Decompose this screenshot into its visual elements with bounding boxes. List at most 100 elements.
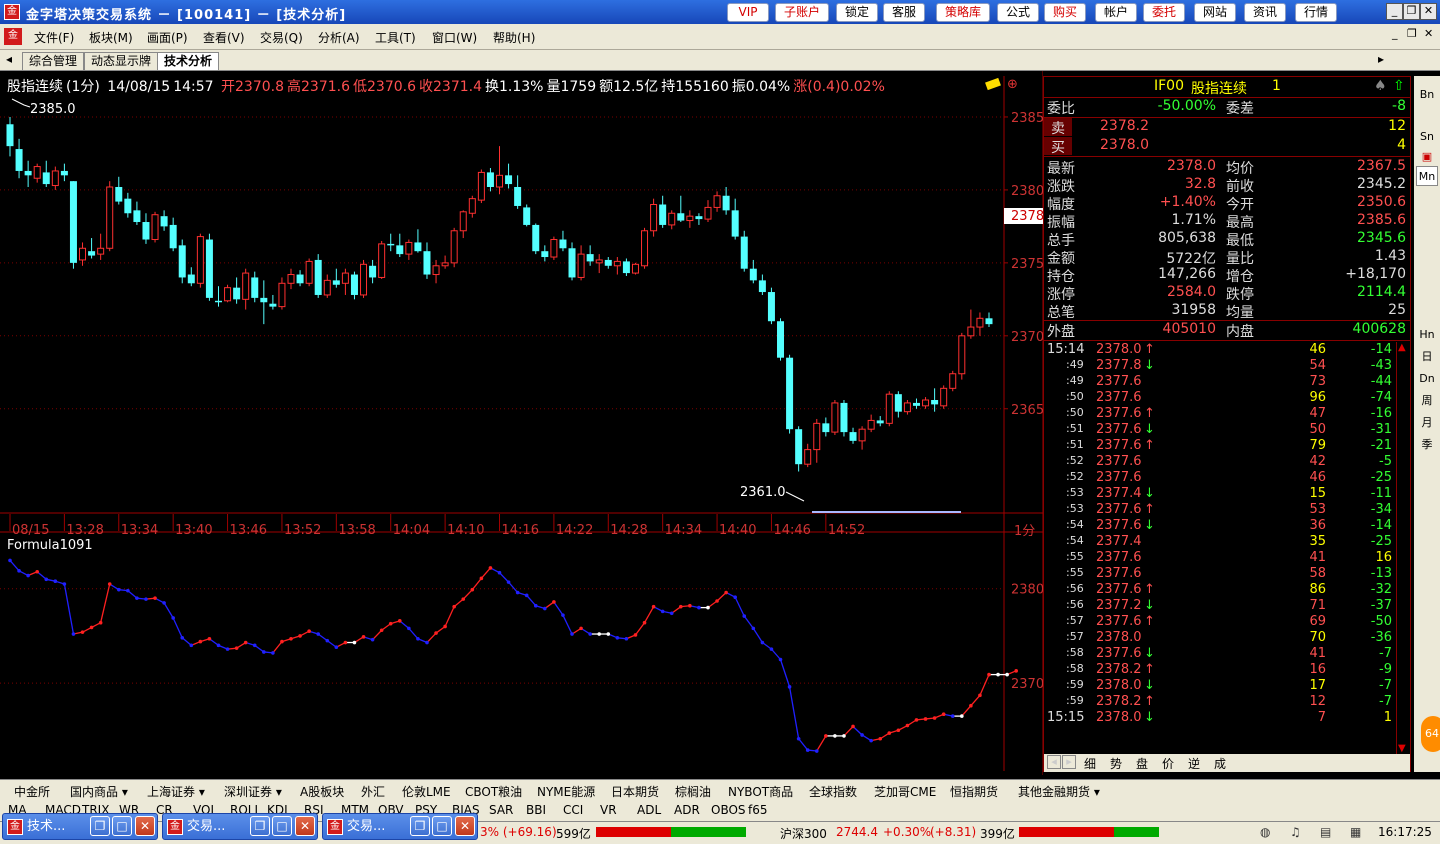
- market-tab-5[interactable]: 外汇: [361, 783, 385, 800]
- formula-point: [198, 639, 203, 644]
- indicator-tab-adr[interactable]: ADR: [674, 803, 700, 817]
- panel-tab-5[interactable]: 成: [1214, 755, 1226, 772]
- top-button-0[interactable]: VIP: [727, 3, 769, 22]
- taskbar-restore-button[interactable]: ❐: [250, 816, 270, 836]
- sidebar-chart-icon[interactable]: ▣: [1416, 146, 1438, 166]
- top-button-4[interactable]: 策略库: [936, 3, 990, 22]
- market-tab-2[interactable]: 上海证券 ▾: [147, 783, 205, 800]
- minimize-button[interactable]: _: [1386, 3, 1403, 20]
- taskbar-max-button[interactable]: □: [272, 816, 292, 836]
- tick-volume: 16: [1309, 662, 1326, 677]
- market-tab-7[interactable]: CBOT粮油: [465, 783, 522, 800]
- sidebar-Hn[interactable]: Hn: [1416, 324, 1438, 344]
- menu-item-3[interactable]: 查看(V): [203, 29, 245, 46]
- taskbar-max-button[interactable]: □: [432, 816, 452, 836]
- top-button-1[interactable]: 子账户: [775, 3, 829, 22]
- menu-item-8[interactable]: 帮助(H): [493, 29, 535, 46]
- sidebar-Mn[interactable]: Mn: [1416, 166, 1438, 186]
- taskbar-restore-button[interactable]: ❐: [90, 816, 110, 836]
- menu-item-7[interactable]: 窗口(W): [432, 29, 477, 46]
- market-tab-6[interactable]: 伦敦LME: [402, 783, 451, 800]
- sidebar-季[interactable]: 季: [1416, 434, 1438, 454]
- market-tab-14[interactable]: 恒指期货: [950, 783, 998, 800]
- tick-scrollbar[interactable]: ▲ ▼: [1396, 342, 1410, 754]
- menu-item-5[interactable]: 分析(A): [318, 29, 360, 46]
- sell-row[interactable]: 卖 2378.2 12: [1044, 118, 1410, 137]
- marker-icon[interactable]: ⊕: [1007, 77, 1018, 92]
- top-button-6[interactable]: 购买: [1044, 3, 1086, 22]
- market-tab-12[interactable]: 全球指数: [809, 783, 857, 800]
- indicator-tab-vr[interactable]: VR: [600, 803, 617, 817]
- top-button-7[interactable]: 帐户: [1095, 3, 1137, 22]
- money-icon[interactable]: ▤: [1320, 825, 1331, 839]
- panel-prev-icon[interactable]: ◂: [1047, 755, 1061, 769]
- formula-point: [35, 569, 39, 574]
- network-icon[interactable]: ◍: [1260, 825, 1270, 839]
- panel-tab-0[interactable]: 细: [1084, 755, 1096, 772]
- doc-icon[interactable]: 金: [4, 28, 22, 45]
- sidebar-周[interactable]: 周: [1416, 390, 1438, 410]
- panel-tab-4[interactable]: 逆: [1188, 755, 1200, 772]
- menu-item-1[interactable]: 板块(M): [89, 29, 133, 46]
- buy-row[interactable]: 买 2378.0 4: [1044, 137, 1410, 156]
- market-tab-13[interactable]: 芝加哥CME: [874, 783, 936, 800]
- sidebar-月[interactable]: 月: [1416, 412, 1438, 432]
- restore-button[interactable]: ❐: [1403, 3, 1420, 20]
- tab-technical-analysis[interactable]: 技术分析: [157, 52, 220, 70]
- taskbar-restore-button[interactable]: ❐: [410, 816, 430, 836]
- mdi-minimize-button[interactable]: _: [1392, 27, 1398, 40]
- top-button-5[interactable]: 公式: [997, 3, 1039, 22]
- taskbar-close-button[interactable]: ✕: [295, 816, 315, 836]
- taskbar-label: 交易...: [347, 819, 386, 834]
- market-tab-4[interactable]: A股板块: [300, 783, 344, 800]
- panel-tab-3[interactable]: 价: [1162, 755, 1174, 772]
- market-tab-3[interactable]: 深圳证券 ▾: [224, 783, 282, 800]
- menu-item-6[interactable]: 工具(T): [375, 29, 416, 46]
- tab-dynamic-board[interactable]: 动态显示牌: [84, 52, 159, 70]
- indicator-tab-cci[interactable]: CCI: [563, 803, 583, 817]
- top-button-8[interactable]: 委托: [1143, 3, 1185, 22]
- bell-icon[interactable]: ♠: [1374, 78, 1387, 94]
- taskbar-close-button[interactable]: ✕: [135, 816, 155, 836]
- float-badge[interactable]: 64: [1421, 716, 1440, 752]
- close-button[interactable]: ✕: [1420, 3, 1437, 20]
- top-button-3[interactable]: 客服: [883, 3, 925, 22]
- sound-icon[interactable]: ♫: [1290, 825, 1301, 839]
- sidebar-Bn[interactable]: Bn: [1416, 84, 1438, 104]
- market-tab-0[interactable]: 中金所: [14, 783, 50, 800]
- sidebar-Dn[interactable]: Dn: [1416, 368, 1438, 388]
- market-tab-15[interactable]: 其他金融期货 ▾: [1018, 783, 1100, 800]
- mdi-close-button[interactable]: ✕: [1424, 27, 1433, 40]
- calc-icon[interactable]: ▦: [1350, 825, 1361, 839]
- top-button-11[interactable]: 行情: [1295, 3, 1337, 22]
- panel-tab-1[interactable]: 势: [1110, 755, 1122, 772]
- market-tab-1[interactable]: 国内商品 ▾: [70, 783, 128, 800]
- menu-item-0[interactable]: 文件(F): [34, 29, 74, 46]
- panel-next-icon[interactable]: ▸: [1062, 755, 1076, 769]
- indicator-tab-adl[interactable]: ADL: [637, 803, 661, 817]
- chart-area[interactable]: 2385 2380 2375 2370 2365 08/15 13:28 13:34 13:4…: [0, 71, 1043, 775]
- tab-scroll-left-icon[interactable]: ◂: [6, 52, 12, 66]
- taskbar-close-button[interactable]: ✕: [455, 816, 475, 836]
- market-tab-9[interactable]: 日本期货: [611, 783, 659, 800]
- taskbar-max-button[interactable]: □: [112, 816, 132, 836]
- arrow-icon[interactable]: ⇧: [1393, 78, 1405, 94]
- mdi-restore-button[interactable]: ❐: [1407, 27, 1417, 40]
- panel-tab-2[interactable]: 盘: [1136, 755, 1148, 772]
- market-tab-8[interactable]: NYME能源: [537, 783, 595, 800]
- sidebar-Sn[interactable]: Sn: [1416, 126, 1438, 146]
- top-button-9[interactable]: 网站: [1194, 3, 1236, 22]
- market-tab-10[interactable]: 棕榈油: [675, 783, 711, 800]
- top-button-10[interactable]: 资讯: [1244, 3, 1286, 22]
- menu-item-4[interactable]: 交易(Q): [260, 29, 303, 46]
- indicator-tab-f65[interactable]: f65: [748, 803, 768, 817]
- indicator-tab-bbi[interactable]: BBI: [526, 803, 546, 817]
- indicator-tab-sar[interactable]: SAR: [489, 803, 513, 817]
- market-tab-11[interactable]: NYBOT商品: [728, 783, 793, 800]
- tab-overview[interactable]: 综合管理: [22, 52, 85, 70]
- menu-item-2[interactable]: 画面(P): [147, 29, 188, 46]
- indicator-tab-obos[interactable]: OBOS: [711, 803, 746, 817]
- sidebar-日[interactable]: 日: [1416, 346, 1438, 366]
- tab-scroll-right-icon[interactable]: ▸: [1378, 52, 1384, 66]
- top-button-2[interactable]: 锁定: [836, 3, 878, 22]
